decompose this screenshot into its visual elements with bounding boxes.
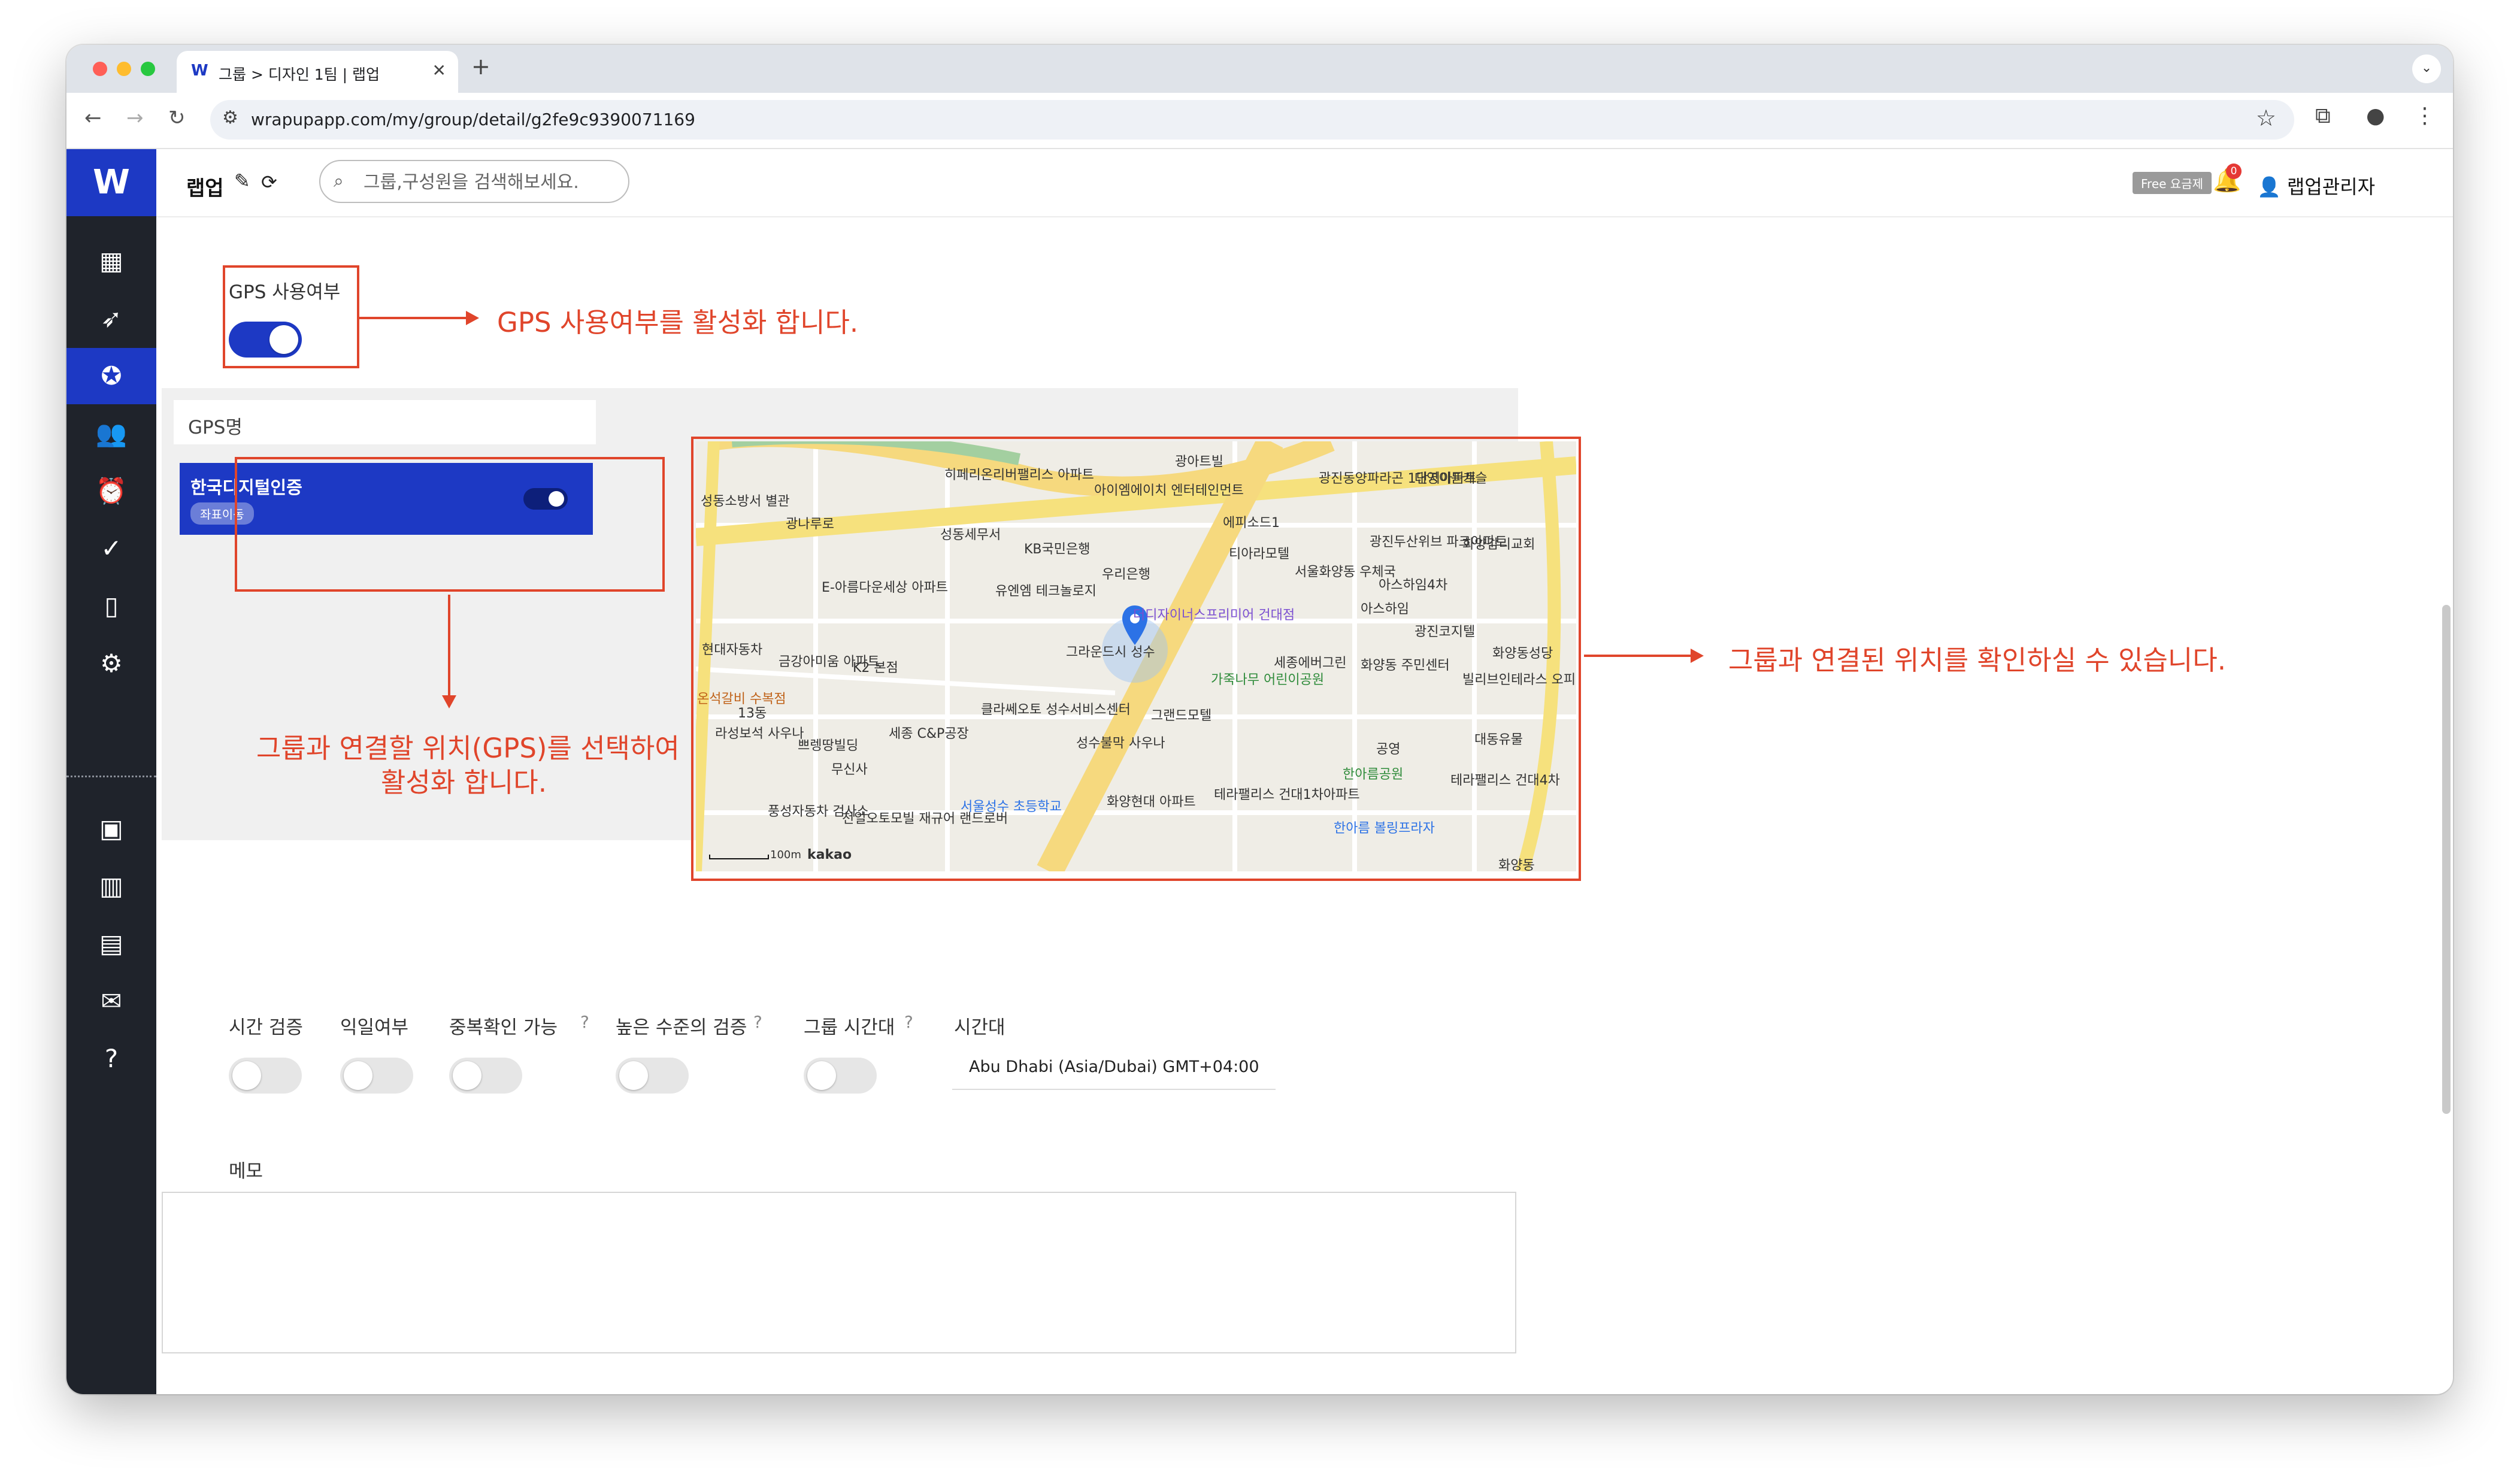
user-icon: 👤 [2257,175,2281,198]
browser-tab[interactable]: W 그룹 > 디자인 1팀 | 랩업 ✕ [177,51,458,93]
duplicate-check-label: 중복확인 가능 [449,1017,558,1038]
toggle-knob [232,1061,261,1090]
tab-search-chevron-icon[interactable]: ⌄ [2412,54,2441,83]
toggle-knob [453,1061,481,1090]
annotation-arrow [442,595,456,708]
gear-icon[interactable]: ⚙ [66,635,156,692]
map-highlight [691,437,1581,881]
address-bar: ← → ↻ ⚙ wrapupapp.com/my/group/detail/g2… [66,93,2453,149]
anonymous-toggle[interactable] [340,1058,413,1094]
gps-usage-label: GPS 사용여부 [229,281,341,303]
extensions-icon[interactable]: ⧉ [2315,104,2331,129]
search-box[interactable]: ⌕ [319,160,629,203]
gps-name-header: GPS명 [174,400,596,444]
url-field[interactable]: ⚙ wrapupapp.com/my/group/detail/g2fe9c93… [210,100,2294,140]
maximize-window-button[interactable] [141,62,155,76]
url-text: wrapupapp.com/my/group/detail/g2fe9c9390… [251,110,695,129]
time-verify-label: 시간 검증 [229,1017,303,1038]
forward-arrow-icon[interactable]: → [126,106,144,130]
plan-badge[interactable]: Free 요금제 [2133,172,2212,194]
search-input[interactable] [362,169,622,195]
favicon: W [191,62,208,80]
annotation-arrow [1584,649,1704,663]
new-tab-button[interactable]: + [471,53,490,80]
high-level-verify-label: 높은 수준의 검증 [616,1017,747,1038]
gps-location-highlight [235,457,665,592]
reload-icon[interactable]: ↻ [168,106,186,130]
toggle-knob [344,1061,372,1090]
browser-menu-icon[interactable]: ⋮ [2414,104,2436,128]
group-timezone-toggle[interactable] [804,1058,877,1094]
duplicate-check-help-icon[interactable]: ? [580,1012,589,1032]
tab-title: 그룹 > 디자인 1팀 | 랩업 [219,66,380,83]
annotation-arrow [359,311,479,325]
anonymous-label: 익일여부 [340,1017,409,1038]
timezone-label: 시간대 [954,1017,1005,1038]
people-icon[interactable]: 👥 [66,405,156,462]
high-level-verify-help-icon[interactable]: ? [753,1012,762,1032]
dashboard-icon[interactable]: ▦ [66,233,156,289]
group-timezone-label: 그룹 시간대 [804,1017,895,1038]
memo-label: 메모 [229,1161,263,1182]
minimize-window-button[interactable] [117,62,131,76]
bookmark-star-icon[interactable]: ☆ [2256,105,2276,131]
contact-card-icon[interactable]: ▣ [66,801,156,857]
back-arrow-icon[interactable]: ← [84,106,102,130]
mobile-icon[interactable]: ▯ [66,578,156,634]
chat-icon[interactable]: ✉ [66,973,156,1029]
building-icon[interactable]: ▥ [66,858,156,914]
close-tab-icon[interactable]: ✕ [432,60,446,80]
store-icon[interactable]: ▤ [66,916,156,972]
high-level-verify-toggle[interactable] [616,1058,689,1094]
gps-name-label: GPS명 [188,417,243,438]
app-name: 랩업 [186,177,224,201]
annotation-enable-gps: GPS 사용여부를 활성화 합니다. [497,307,859,338]
rocket-icon[interactable]: ➶ [66,290,156,347]
notification-count-badge: 0 [2226,163,2242,179]
user-name: 랩업관리자 [2286,175,2376,198]
alarm-icon[interactable]: ⏰ [66,463,156,519]
help-bubble-icon[interactable]: ? [66,1031,156,1087]
site-settings-icon[interactable]: ⚙ [222,107,238,128]
app-sidebar: W ▦ ➶ ✪ 👥 ⏰ ✓ ▯ ⚙ ▣ ▥ ▤ ✉ ? [66,149,156,1394]
toggle-knob [619,1061,648,1090]
timezone-value: Abu Dhabi (Asia/Dubai) GMT+04:00 [969,1058,1259,1076]
annotation-select-location-2: 활성화 합니다. [381,767,547,798]
memo-textarea[interactable] [162,1192,1516,1353]
timezone-select[interactable]: Abu Dhabi (Asia/Dubai) GMT+04:00 [952,1048,1276,1090]
duplicate-check-toggle[interactable] [449,1058,522,1094]
annotation-map-hint: 그룹과 연결된 위치를 확인하실 수 있습니다. [1728,644,2227,676]
search-icon: ⌕ [334,171,344,192]
group-icon[interactable]: ✪ [66,348,156,404]
user-menu[interactable]: 👤 랩업관리자 [2257,172,2375,199]
time-verify-toggle[interactable] [229,1058,302,1094]
edit-pencil-icon[interactable]: ✎ [234,169,250,192]
check-icon[interactable]: ✓ [66,520,156,577]
group-timezone-help-icon[interactable]: ? [904,1012,913,1032]
toggle-knob [269,325,298,354]
refresh-icon[interactable]: ⟳ [261,171,277,193]
profile-icon[interactable]: ● [2366,104,2385,128]
page-scrollbar[interactable] [2442,605,2451,1114]
app-header: 랩업 ✎ ⟳ ⌕ Free 요금제 🔔 0 👤랩업관리자 [156,149,2453,217]
app-logo[interactable]: W [66,149,156,216]
tab-bar: W 그룹 > 디자인 1팀 | 랩업 ✕ + ⌄ [66,45,2453,93]
close-window-button[interactable] [93,62,107,76]
toggle-knob [807,1061,836,1090]
gps-usage-toggle[interactable] [229,322,302,358]
sidebar-divider [66,776,156,777]
annotation-select-location-1: 그룹과 연결할 위치(GPS)를 선택하여 [256,732,680,764]
